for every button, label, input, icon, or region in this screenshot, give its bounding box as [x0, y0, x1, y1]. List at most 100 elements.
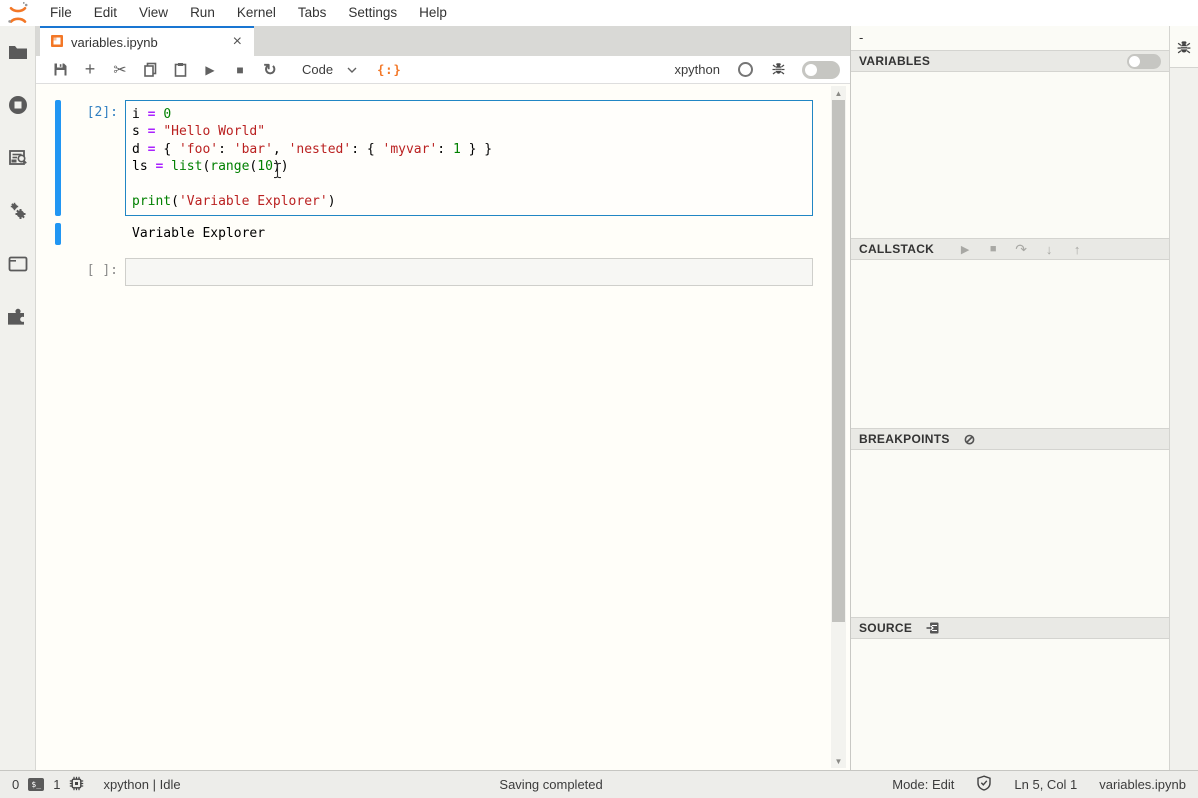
scrollbar-up-icon[interactable]: ▲ [831, 86, 846, 100]
json-braces-icon[interactable]: {:} [377, 63, 402, 77]
menu-view[interactable]: View [128, 0, 179, 26]
code-token: { [163, 142, 179, 157]
file-browser-icon[interactable] [6, 40, 30, 64]
execution-count: [2]: [61, 100, 125, 216]
variables-section-header[interactable]: VARIABLES [851, 50, 1169, 72]
step-over-icon[interactable]: ↷ [1012, 241, 1030, 258]
cut-cells-button[interactable]: ✂ [106, 58, 134, 82]
running-sessions-status[interactable]: 0 $_ 1 xpython | Idle [12, 776, 181, 794]
notebook-toolbar: + ✂ ▶ ■ ↻ Code {:} xpython [36, 56, 850, 84]
kernel-status-text[interactable]: xpython | Idle [103, 777, 180, 792]
run-cell-button[interactable]: ▶ [196, 58, 224, 82]
kernels-count: 1 [53, 777, 60, 792]
chevron-down-icon [347, 67, 357, 73]
code-token: 1 [453, 142, 461, 157]
variables-view-toggle[interactable] [1127, 54, 1161, 69]
source-label: SOURCE [859, 621, 912, 635]
empty-code-cell[interactable]: [ ]: [55, 258, 813, 286]
continue-icon[interactable]: ▶ [956, 243, 974, 256]
active-file-status: variables.ipynb [1099, 777, 1186, 792]
variables-label: VARIABLES [859, 54, 930, 68]
debugger-panel: - VARIABLES CALLSTACK ▶ ■ ↷ ↓ ↑ BREAKPOI… [851, 26, 1169, 770]
breakpoints-content [851, 450, 1169, 617]
step-in-icon[interactable]: ↓ [1040, 242, 1058, 257]
left-activity-bar [0, 26, 36, 770]
kernel-status-icon[interactable] [738, 62, 753, 77]
extension-manager-icon[interactable] [6, 305, 30, 329]
trust-shield-icon [976, 775, 992, 794]
menubar: FileEditViewRunKernelTabsSettingsHelp [0, 0, 1198, 26]
menu-run[interactable]: Run [179, 0, 226, 26]
tab-close-icon[interactable]: × [229, 34, 246, 50]
menu-tabs[interactable]: Tabs [287, 0, 338, 26]
code-editor[interactable]: i = 0s = "Hello World"d = { 'foo': 'bar'… [125, 100, 813, 216]
code-token: i [132, 107, 148, 122]
paste-cells-button[interactable] [166, 58, 194, 82]
breakpoints-section-header[interactable]: BREAKPOINTS ⊘ [851, 428, 1169, 450]
code-line: s = "Hello World" [132, 123, 806, 140]
interrupt-kernel-button[interactable]: ■ [226, 58, 254, 82]
step-out-icon[interactable]: ↑ [1068, 242, 1086, 257]
code-token: print [132, 194, 171, 209]
settings-gears-icon[interactable] [6, 199, 30, 223]
notebook-tab[interactable]: variables.ipynb × [40, 26, 254, 56]
terminate-icon[interactable]: ■ [984, 243, 1002, 255]
kernel-name[interactable]: xpython [674, 62, 720, 77]
code-token: d [132, 142, 148, 157]
copy-cells-button[interactable] [136, 58, 164, 82]
menu-settings[interactable]: Settings [337, 0, 408, 26]
open-tabs-icon[interactable] [6, 252, 30, 276]
menu-help[interactable]: Help [408, 0, 458, 26]
code-token: "Hello World" [163, 124, 265, 139]
code-line: print('Variable Explorer') [132, 193, 806, 210]
menu-edit[interactable]: Edit [83, 0, 128, 26]
code-token: = [148, 107, 164, 122]
close-all-breakpoints-icon[interactable]: ⊘ [964, 431, 976, 448]
restart-kernel-button[interactable]: ↻ [256, 58, 284, 82]
kernel-chip-icon [69, 776, 84, 794]
code-token: list [171, 159, 202, 174]
cell-type-value: Code [302, 62, 333, 77]
variables-content [851, 72, 1169, 238]
save-button[interactable] [46, 58, 74, 82]
empty-cell-editor[interactable] [125, 258, 813, 286]
code-token: : [437, 142, 453, 157]
menu-file[interactable]: File [39, 0, 83, 26]
code-token: , [273, 142, 289, 157]
menu-kernel[interactable]: Kernel [226, 0, 287, 26]
code-token: 'myvar' [383, 142, 438, 157]
cell-list: [2]: i = 0s = "Hello World"d = { 'foo': … [36, 84, 828, 286]
code-line: d = { 'foo': 'bar', 'nested': { 'myvar':… [132, 141, 806, 158]
cell-type-dropdown[interactable]: Code [296, 60, 363, 79]
code-editor-content[interactable]: i = 0s = "Hello World"d = { 'foo': 'bar'… [132, 106, 806, 210]
terminal-icon: $_ [28, 778, 44, 791]
code-cell[interactable]: [2]: i = 0s = "Hello World"d = { 'foo': … [55, 100, 813, 216]
code-token: ( [171, 194, 179, 209]
code-line: ls = list(range(10)) [132, 158, 806, 175]
debugger-tab[interactable] [1170, 26, 1198, 68]
source-section-header[interactable]: SOURCE [851, 617, 1169, 639]
scrollbar-down-icon[interactable]: ▼ [831, 754, 846, 768]
code-token: 10 [257, 159, 273, 174]
output-text: Variable Explorer [61, 223, 265, 245]
code-token: 'bar' [234, 142, 273, 157]
debugger-bug-icon[interactable] [771, 61, 786, 79]
tab-title: variables.ipynb [71, 35, 222, 50]
debugger-toggle[interactable] [802, 61, 840, 79]
save-status: Saving completed [499, 777, 602, 792]
notebook-scrollbar[interactable]: ▲ ▼ [831, 86, 846, 768]
command-mode-status[interactable]: Mode: Edit [892, 777, 954, 792]
cursor-position-status[interactable]: Ln 5, Col 1 [1014, 777, 1077, 792]
property-inspector-icon[interactable] [6, 146, 30, 170]
jupyterlab-window: FileEditViewRunKernelTabsSettingsHelp [0, 0, 1198, 798]
scrollbar-thumb[interactable] [832, 100, 845, 622]
right-activity-bar [1169, 26, 1198, 770]
code-token: 'nested' [289, 142, 352, 157]
cell-output-area: Variable Explorer [55, 223, 813, 245]
open-source-icon[interactable] [926, 621, 940, 635]
code-token: range [210, 159, 249, 174]
code-token: = [148, 142, 164, 157]
running-kernels-icon[interactable] [6, 93, 30, 117]
add-cell-button[interactable]: + [76, 58, 104, 82]
callstack-section-header[interactable]: CALLSTACK ▶ ■ ↷ ↓ ↑ [851, 238, 1169, 260]
